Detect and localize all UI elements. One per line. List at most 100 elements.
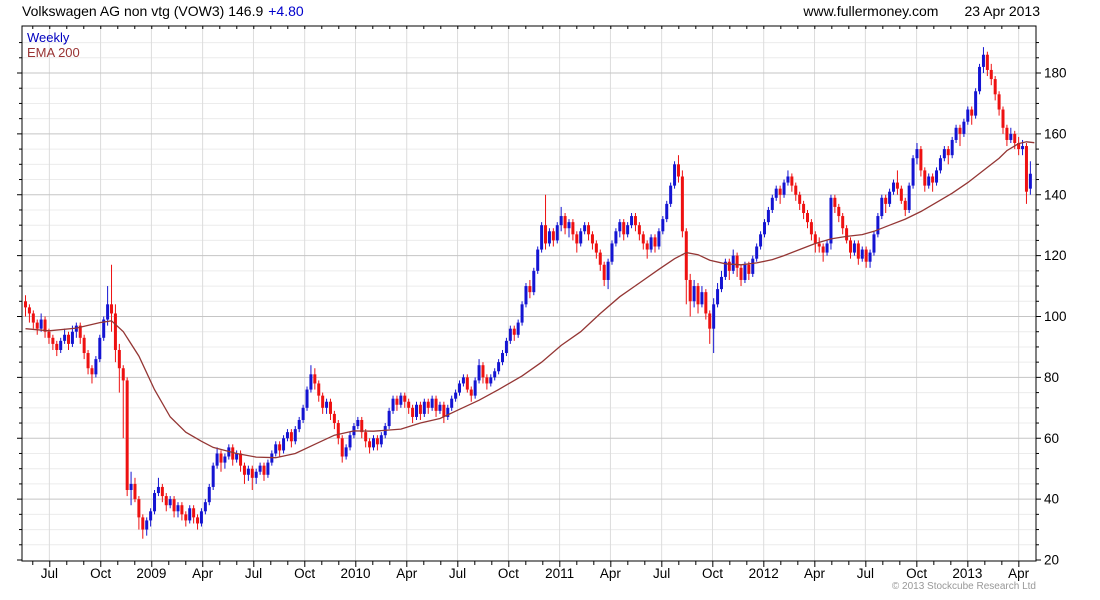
candle-body xyxy=(24,301,27,308)
candle-body xyxy=(895,182,899,189)
candle-body xyxy=(551,231,555,241)
candle-body xyxy=(520,304,524,323)
candle-body xyxy=(371,438,375,448)
candle-body xyxy=(293,429,297,442)
candle-body xyxy=(344,447,348,457)
candle-body xyxy=(899,188,903,201)
candle-body xyxy=(430,398,434,408)
candle-body xyxy=(458,383,462,393)
candle-body xyxy=(215,453,219,466)
candle-body xyxy=(168,499,172,506)
candle-body xyxy=(188,508,192,521)
candle-body xyxy=(192,508,196,518)
candle-body xyxy=(598,252,602,265)
candle-body xyxy=(289,432,293,442)
candle-body xyxy=(340,438,344,457)
y-axis-label: 180 xyxy=(1044,66,1067,81)
candle-body xyxy=(880,197,884,217)
candle-body xyxy=(571,222,575,235)
candle-body xyxy=(489,377,493,384)
candle-body xyxy=(375,438,379,445)
candle-body xyxy=(915,149,919,159)
candle-body xyxy=(962,121,966,134)
candle-body xyxy=(547,231,551,244)
candle-body xyxy=(559,216,563,226)
candle-body xyxy=(438,404,442,411)
candle-body xyxy=(117,349,121,369)
candle-body xyxy=(90,368,94,375)
candle-body xyxy=(325,401,329,408)
candle-body xyxy=(317,383,321,396)
x-axis-label: Jul xyxy=(449,566,466,581)
gridlines-minor xyxy=(22,42,1036,546)
candle-body xyxy=(266,462,270,475)
candle-body xyxy=(313,374,317,384)
candle-body xyxy=(172,499,176,512)
candle-body xyxy=(852,243,856,253)
candle-body xyxy=(485,377,489,384)
candle-body xyxy=(907,185,911,210)
price-chart: 20 40 60 80 100 120 140 160 180 Jul Oct 2009 Apr Jul O… xyxy=(17,25,1067,581)
candle-body xyxy=(712,304,716,329)
candle-body xyxy=(203,502,207,512)
candle-body xyxy=(966,109,970,122)
candle-body xyxy=(684,231,688,280)
candle-body xyxy=(583,225,587,232)
candle-body xyxy=(426,401,430,408)
x-axis-label: Jul xyxy=(653,566,670,581)
candle-body xyxy=(55,343,59,350)
candle-body xyxy=(645,243,649,250)
candle-body xyxy=(989,69,993,80)
candle-body xyxy=(759,234,763,247)
candle-body xyxy=(786,176,790,183)
candle-body xyxy=(403,395,407,402)
candle-body xyxy=(35,322,39,329)
candle-body xyxy=(149,511,153,521)
y-axis-label: 140 xyxy=(1044,187,1067,202)
candle-body xyxy=(156,486,160,494)
x-axis-label: Oct xyxy=(702,566,723,581)
candle-body xyxy=(145,520,149,530)
candle-body xyxy=(242,465,246,475)
candle-body xyxy=(1024,146,1028,192)
candle-body xyxy=(536,249,540,271)
candle-body xyxy=(755,246,759,259)
y-axis-label: 80 xyxy=(1044,370,1059,385)
candle-body xyxy=(106,304,110,320)
x-axis-label: Oct xyxy=(498,566,519,581)
candle-body xyxy=(184,514,188,521)
chart-title: Volkswagen AG non vtg (VOW3) 146.9 +4.80 xyxy=(22,3,304,21)
candle-body xyxy=(688,279,692,302)
candle-body xyxy=(461,377,465,384)
legend: Weekly EMA 200 xyxy=(27,30,80,60)
candle-body xyxy=(1001,109,1005,128)
candle-body xyxy=(602,264,606,280)
candle-body xyxy=(817,243,821,247)
candle-body xyxy=(993,79,997,95)
candle-body xyxy=(524,286,528,305)
candle-body xyxy=(923,170,927,186)
candle-body xyxy=(239,453,243,466)
candle-body xyxy=(813,234,817,244)
candle-body xyxy=(469,389,473,396)
candle-body xyxy=(262,465,266,475)
x-axis-label: Apr xyxy=(804,566,826,581)
candle-body xyxy=(911,158,915,186)
candle-body xyxy=(415,404,418,417)
website-link[interactable]: www.fullermoney.com xyxy=(803,3,938,21)
candle-body xyxy=(665,203,669,220)
candle-body xyxy=(630,216,634,226)
candle-body xyxy=(442,404,446,417)
candle-body xyxy=(970,109,974,116)
candle-body xyxy=(86,353,90,369)
x-axis-label: Oct xyxy=(90,566,111,581)
candle-body xyxy=(113,313,117,350)
y-axis-label: 120 xyxy=(1044,248,1067,263)
candle-body xyxy=(1005,127,1009,140)
candle-body xyxy=(223,456,227,463)
candle-body xyxy=(825,243,829,253)
candle-body xyxy=(211,465,215,487)
candle-body xyxy=(864,249,868,262)
candle-body xyxy=(321,395,325,408)
candle-body xyxy=(305,389,309,408)
